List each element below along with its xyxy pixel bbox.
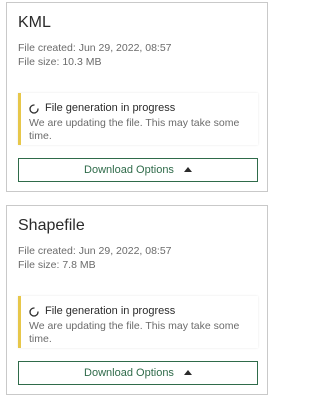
notice-header: File generation in progress	[29, 305, 250, 318]
notice-title: File generation in progress	[45, 305, 176, 317]
shapefile-card: Shapefile File created: Jun 29, 2022, 08…	[6, 205, 268, 395]
file-size: File size: 7.8 MB	[18, 259, 96, 271]
download-options-label: Download Options	[84, 367, 174, 379]
download-options-label: Download Options	[84, 164, 174, 176]
caret-up-icon	[183, 167, 192, 172]
card-title: Shapefile	[18, 217, 85, 234]
file-generation-notice: File generation in progress We are updat…	[18, 296, 258, 348]
file-created: File created: Jun 29, 2022, 08:57	[18, 245, 172, 257]
caret-up-icon	[183, 370, 192, 375]
file-created: File created: Jun 29, 2022, 08:57	[18, 42, 172, 54]
notice-header: File generation in progress	[29, 102, 250, 115]
loading-spinner-icon	[29, 103, 39, 114]
notice-title: File generation in progress	[45, 102, 176, 114]
download-cards: KML File created: Jun 29, 2022, 08:57 Fi…	[0, 0, 275, 399]
download-options-button[interactable]: Download Options	[18, 158, 258, 182]
file-size: File size: 10.3 MB	[18, 56, 102, 68]
notice-body: We are updating the file. This may take …	[29, 320, 240, 345]
loading-spinner-icon	[29, 306, 39, 317]
file-meta: File created: Jun 29, 2022, 08:57 File s…	[18, 244, 172, 272]
file-meta: File created: Jun 29, 2022, 08:57 File s…	[18, 41, 172, 69]
card-title: KML	[18, 14, 51, 31]
notice-body: We are updating the file. This may take …	[29, 117, 240, 142]
file-generation-notice: File generation in progress We are updat…	[18, 93, 258, 145]
kml-card: KML File created: Jun 29, 2022, 08:57 Fi…	[6, 2, 268, 192]
download-options-button[interactable]: Download Options	[18, 361, 258, 385]
